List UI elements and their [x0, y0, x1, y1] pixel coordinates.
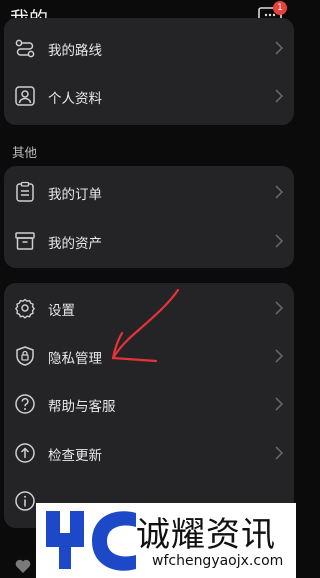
- card-other: 我的订单 我的资产: [4, 166, 294, 268]
- my-route-label: 我的路线: [48, 43, 102, 59]
- chevron-right-icon: [275, 349, 284, 363]
- chevron-right-icon: [275, 301, 284, 315]
- list-item-settings[interactable]: 设置: [4, 284, 294, 332]
- check-update-label: 检查更新: [48, 448, 102, 464]
- card-account: 我的路线 个人资料: [4, 18, 294, 125]
- chevron-right-icon: [275, 446, 284, 460]
- heart-icon[interactable]: [14, 558, 32, 574]
- section-title-other: 其他: [12, 145, 38, 160]
- my-assets-label: 我的资产: [48, 236, 102, 252]
- settings-label: 设置: [48, 303, 75, 319]
- info-icon: [15, 491, 35, 511]
- profile-label: 个人资料: [48, 91, 102, 107]
- privacy-shield-icon: [16, 346, 34, 366]
- message-badge: 1: [273, 1, 287, 15]
- chevron-right-icon: [275, 41, 284, 55]
- watermark-logo-icon: [46, 511, 136, 571]
- watermark-name: 诚耀资讯: [136, 515, 276, 555]
- my-orders-label: 我的订单: [48, 187, 102, 203]
- assets-box-icon: [15, 232, 35, 250]
- chevron-right-icon: [275, 185, 284, 199]
- list-item-my-assets[interactable]: 我的资产: [4, 217, 294, 265]
- list-item-check-update[interactable]: 检查更新: [4, 429, 294, 477]
- order-clipboard-icon: [16, 181, 34, 202]
- card-settings: 设置 隐私管理 帮助与客服 检查更新: [4, 283, 294, 528]
- list-item-profile[interactable]: 个人资料: [4, 72, 294, 120]
- watermark: 诚耀资讯 wfchengyaojx.com: [36, 503, 296, 578]
- list-item-help[interactable]: 帮助与客服: [4, 380, 294, 428]
- chevron-right-icon: [275, 234, 284, 248]
- gear-icon: [15, 298, 35, 319]
- profile-icon: [15, 86, 35, 106]
- privacy-label: 隐私管理: [48, 351, 102, 367]
- list-item-my-route[interactable]: 我的路线: [4, 24, 294, 72]
- list-item-privacy[interactable]: 隐私管理: [4, 332, 294, 380]
- help-icon: [15, 394, 35, 414]
- chevron-right-icon: [275, 89, 284, 103]
- list-item-my-orders[interactable]: 我的订单: [4, 168, 294, 216]
- route-icon: [15, 39, 35, 58]
- help-label: 帮助与客服: [48, 399, 116, 415]
- watermark-url: wfchengyaojx.com: [152, 553, 284, 569]
- update-arrow-icon: [15, 443, 35, 463]
- chevron-right-icon: [275, 397, 284, 411]
